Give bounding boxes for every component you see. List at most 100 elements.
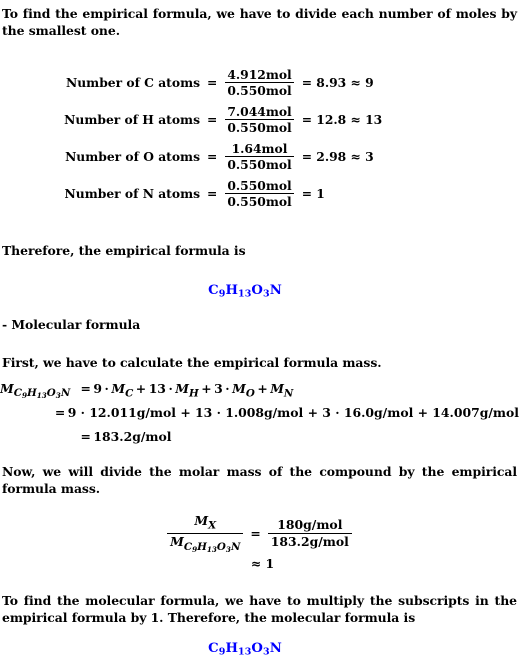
mass-ratio-denominator: MC9H13O3N — [167, 533, 244, 553]
sub-el-4: N — [60, 387, 71, 400]
molar-mass-rhs-2: = 9 · 12.011g/mol + 13 · 1.008g/mol + 3 ·… — [52, 405, 519, 420]
sub-el-2: H — [26, 387, 37, 400]
dot-O: · — [225, 381, 230, 396]
den-sub-el-3: O — [216, 540, 226, 553]
fraction-numerator-nitrogen: 0.550mol — [227, 177, 292, 193]
M-O: M — [232, 381, 246, 396]
coef-H: 13 — [148, 381, 166, 396]
intro-paragraph: To find the empirical formula, we have t… — [2, 6, 517, 38]
mole-ratio-label-oxygen: Number of O atoms — [65, 149, 200, 164]
mole-ratio-row-carbon: Number of C atoms = 4.912mol 0.550mol = … — [0, 64, 519, 101]
molecular-formula: C9H13O3N — [0, 641, 490, 657]
final-step-paragraph: To find the molecular formula, we have t… — [2, 593, 517, 625]
mole-ratio-row-hydrogen: Number of H atoms = 7.044mol 0.550mol = … — [0, 101, 519, 138]
first-step-paragraph: First, we have to calculate the empirica… — [2, 355, 382, 370]
coef-O: 3 — [214, 381, 223, 396]
equals-3: = — [80, 429, 91, 444]
plus-N: + — [257, 381, 268, 396]
mole-ratio-result-oxygen: = 2.98 ≈ 3 — [301, 149, 374, 164]
molar-mass-subscript: C9H13O3N — [13, 387, 71, 401]
sub-n-2: 13 — [36, 391, 47, 401]
equals-1: = — [80, 381, 91, 396]
mass-ratio-right-denominator: 183.2g/mol — [267, 533, 352, 549]
dot-H: · — [168, 381, 173, 396]
M-H: M — [175, 381, 189, 396]
mole-ratio-row-oxygen: Number of O atoms = 1.64mol 0.550mol = 2… — [0, 138, 519, 175]
empirical-element-3: O — [251, 283, 264, 298]
divide-step-paragraph: Now, we will divide the molar mass of th… — [2, 464, 517, 496]
mole-ratio-label-nitrogen: Number of N atoms — [64, 186, 200, 201]
mole-ratio-label-hydrogen: Number of H atoms — [64, 112, 200, 127]
MX-subscript: X — [208, 519, 217, 532]
fraction-hydrogen: 7.044mol 0.550mol — [225, 103, 294, 135]
mass-ratio-numerator: MX — [191, 514, 219, 533]
mole-ratio-result-hydrogen: = 12.8 ≈ 13 — [301, 112, 383, 127]
equals-sign-nitrogen: = — [207, 186, 218, 201]
equals-sign-carbon: = — [207, 75, 218, 90]
den-sub-el-2: H — [197, 540, 207, 553]
den-sub-el-4: N — [230, 540, 241, 553]
molecular-element-2: H — [225, 641, 238, 656]
fraction-nitrogen: 0.550mol 0.550mol — [225, 177, 294, 209]
mole-ratio-result-nitrogen: = 1 — [301, 186, 325, 201]
document-page: To find the empirical formula, we have t… — [0, 0, 519, 661]
molecular-element-4: N — [269, 641, 282, 656]
den-sub-el-1: C — [183, 540, 193, 553]
molar-mass-value: 183.2g/mol — [93, 429, 172, 444]
mass-ratio-equals: = — [250, 526, 261, 542]
M-C: M — [111, 381, 126, 396]
fraction-numerator-hydrogen: 7.044mol — [227, 103, 292, 119]
M-N: M — [270, 381, 284, 396]
MX-symbol: M — [194, 513, 209, 528]
fraction-denominator-carbon: 0.550mol — [225, 82, 294, 98]
molar-mass-line-1: MC9H13O3N = 9 · MC +13 · MH +3 · MO + MN — [0, 381, 519, 405]
den-sub-n-2: 13 — [206, 544, 217, 554]
mole-ratio-equations: Number of C atoms = 4.912mol 0.550mol = … — [0, 64, 519, 212]
molar-mass-equations: MC9H13O3N = 9 · MC +13 · MH +3 · MO + MN = 9 · 12.01… — [0, 381, 519, 453]
M-O-sub: O — [245, 387, 255, 400]
mass-ratio-equation: MX MC9H13O3N = 180g/mol 183.2g/mol ≈ 1 — [0, 514, 519, 571]
molar-mass-line-2: = 9 · 12.011g/mol + 13 · 1.008g/mol + 3 ·… — [0, 405, 519, 429]
mass-ratio-right-numerator: 180g/mol — [277, 517, 343, 533]
mole-ratio-label-carbon: Number of C atoms — [66, 75, 200, 90]
molecular-subscript-2: 13 — [238, 646, 252, 658]
Memp-symbol: M — [170, 534, 184, 550]
molecular-element-1: C — [208, 641, 219, 656]
empirical-subscript-3: 3 — [263, 288, 270, 300]
Memp-subscript: C9H13O3N — [184, 541, 241, 553]
molecular-element-3: O — [251, 641, 264, 656]
mole-ratio-result-carbon: = 8.93 ≈ 9 — [301, 75, 374, 90]
molar-mass-line-3: = 183.2g/mol — [0, 429, 519, 453]
sub-el-1: C — [13, 387, 22, 400]
mass-ratio-fraction-row: MX MC9H13O3N = 180g/mol 183.2g/mol — [167, 514, 352, 553]
fraction-denominator-oxygen: 0.550mol — [225, 156, 294, 172]
equals-2: = — [54, 405, 66, 420]
sub-el-3: O — [46, 387, 56, 400]
molecular-formula-heading: - Molecular formula — [2, 317, 141, 332]
fraction-numerator-carbon: 4.912mol — [227, 66, 292, 82]
mass-ratio-approx: ≈ 1 — [250, 556, 275, 572]
plus-H: + — [135, 381, 147, 396]
mole-ratio-row-nitrogen: Number of N atoms = 0.550mol 0.550mol = … — [0, 175, 519, 212]
molar-mass-M: M — [0, 381, 14, 396]
equals-sign-hydrogen: = — [207, 112, 218, 127]
M-H-sub: H — [188, 387, 199, 400]
equals-sign-oxygen: = — [207, 149, 218, 164]
molar-mass-rhs-1: = 9 · MC +13 · MH +3 · MO + MN — [78, 381, 294, 400]
molar-mass-expansion: 9 · 12.011g/mol + 13 · 1.008g/mol + 3 · … — [67, 405, 519, 420]
empirical-element-2: H — [225, 283, 238, 298]
molar-mass-symbol: MC9H13O3N — [0, 381, 78, 400]
therefore-empirical-paragraph: Therefore, the empirical formula is — [2, 243, 246, 258]
fraction-denominator-nitrogen: 0.550mol — [225, 193, 294, 209]
fraction-carbon: 4.912mol 0.550mol — [225, 66, 294, 98]
plus-O: + — [201, 381, 212, 396]
mass-ratio-left-fraction: MX MC9H13O3N — [167, 514, 244, 553]
molecular-subscript-3: 3 — [263, 646, 270, 658]
fraction-denominator-hydrogen: 0.550mol — [225, 119, 294, 135]
fraction-oxygen: 1.64mol 0.550mol — [225, 141, 294, 172]
mass-ratio-right-fraction: 180g/mol 183.2g/mol — [267, 517, 352, 549]
empirical-element-1: C — [208, 283, 219, 298]
coef-C: 9 — [93, 381, 103, 396]
empirical-subscript-2: 13 — [238, 288, 252, 300]
molar-mass-rhs-3: = 183.2g/mol — [78, 429, 172, 444]
